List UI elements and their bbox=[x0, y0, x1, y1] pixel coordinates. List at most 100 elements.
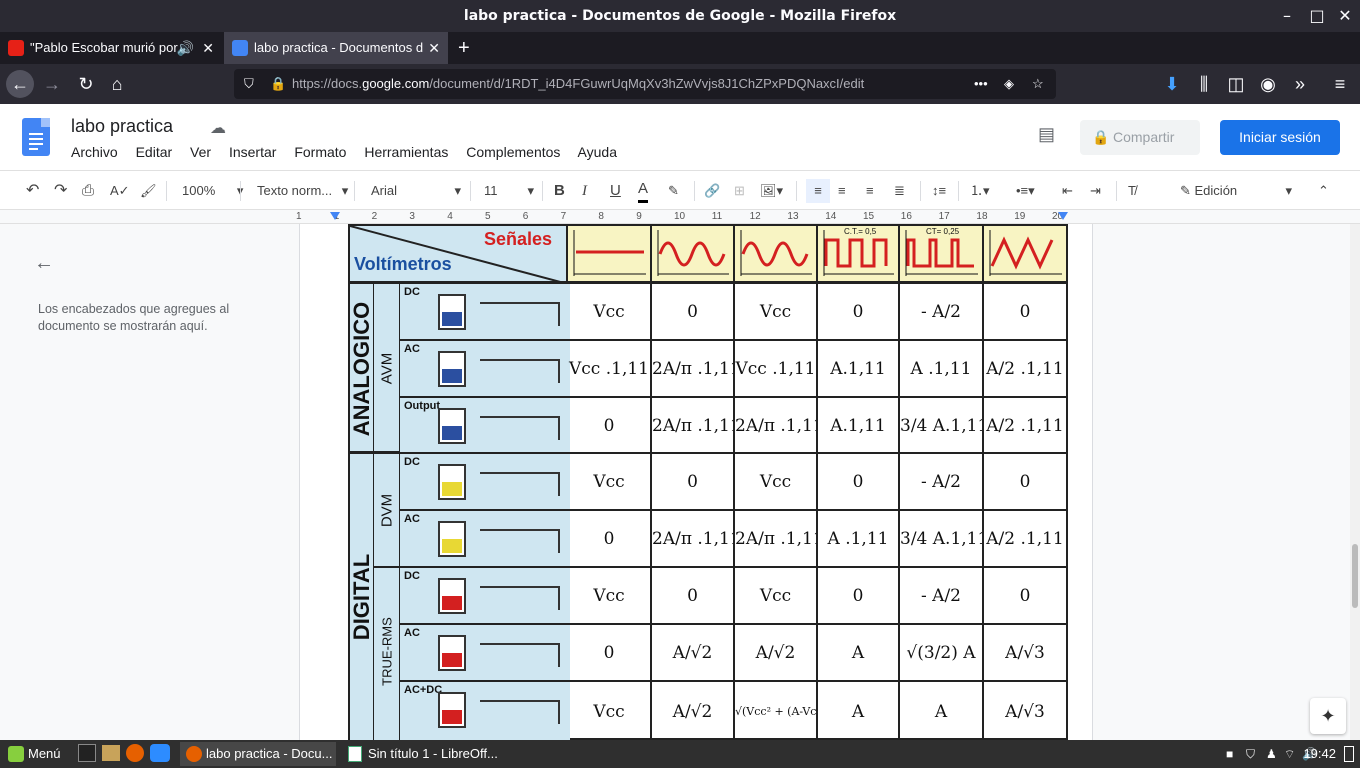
library-icon[interactable]: ⫼ bbox=[1190, 70, 1218, 98]
tab-docs[interactable]: labo practica - Documentos d ✕ bbox=[224, 32, 448, 64]
row-mode-label: DC bbox=[404, 456, 420, 468]
ruler[interactable]: 1 1 2 3 4 5 6 7 8 9 10 11 12 13 14 15 16 17 18 19 20 bbox=[0, 210, 1360, 224]
wifi-icon[interactable]: ⌔ bbox=[1284, 740, 1295, 768]
editing-mode-select[interactable]: ✎ Edición ▾ bbox=[1180, 179, 1298, 203]
voltmeter-table-image[interactable]: Señales Voltímetros C.T.= 0,5 CT= 0,25 AN… bbox=[348, 224, 1068, 740]
align-right-icon[interactable]: ≡ bbox=[866, 179, 874, 203]
text-color-icon[interactable]: A bbox=[638, 179, 649, 203]
maximize-icon[interactable]: □ bbox=[1302, 0, 1332, 32]
back-arrow-icon[interactable]: ← bbox=[34, 252, 54, 275]
left-indent-marker[interactable] bbox=[330, 212, 340, 220]
align-center-icon[interactable]: ≡ bbox=[838, 179, 846, 203]
sign-in-button[interactable]: Iniciar sesión bbox=[1220, 120, 1340, 155]
speaker-icon[interactable]: 🔊 bbox=[177, 32, 194, 64]
lock-icon[interactable]: 🔒 bbox=[270, 69, 286, 99]
sidebar-icon[interactable]: ◫ bbox=[1222, 70, 1250, 98]
explore-icon[interactable]: ✦ bbox=[1310, 698, 1346, 734]
taskbar-app-docs[interactable]: labo practica - Docu... bbox=[180, 742, 336, 766]
bookmark-star-icon[interactable]: ☆ bbox=[1032, 69, 1044, 99]
pocket-icon[interactable]: ◈ bbox=[1004, 69, 1014, 99]
numbered-list-icon[interactable]: ⒈▾ bbox=[970, 179, 990, 203]
style-select[interactable]: Texto norm... ▾ bbox=[257, 179, 348, 203]
reload-icon[interactable]: ↻ bbox=[72, 70, 100, 98]
document-page[interactable]: Señales Voltímetros C.T.= 0,5 CT= 0,25 AN… bbox=[299, 224, 1093, 740]
menu-archivo[interactable]: Archivo bbox=[71, 144, 118, 160]
taskbar-app-libreoffice[interactable]: Sin título 1 - LibreOff... bbox=[342, 742, 502, 766]
menu-formato[interactable]: Formato bbox=[294, 144, 346, 160]
menu-ayuda[interactable]: Ayuda bbox=[578, 144, 617, 160]
menu-herramientas[interactable]: Herramientas bbox=[364, 144, 448, 160]
hamburger-menu-icon[interactable]: ≡ bbox=[1326, 70, 1354, 98]
link-icon[interactable]: 🔗 bbox=[704, 179, 720, 203]
page-actions-icon[interactable]: ••• bbox=[974, 69, 988, 99]
show-desktop-icon[interactable] bbox=[1344, 746, 1354, 762]
font-select[interactable]: Arial ▾ bbox=[371, 179, 461, 203]
start-menu-button[interactable]: Menú bbox=[4, 742, 61, 766]
tab-youtube[interactable]: "Pablo Escobar murió por 🔊 ✕ bbox=[0, 32, 222, 64]
close-window-icon[interactable]: ✕ bbox=[1330, 0, 1360, 32]
url-bar[interactable]: ⛉ 🔒 https://docs.google.com/document/d/1… bbox=[234, 69, 1056, 99]
bold-icon[interactable]: B bbox=[554, 179, 565, 203]
table-cell: A/2 .1,11 bbox=[984, 341, 1068, 398]
highlight-icon[interactable]: ✎ bbox=[668, 179, 679, 203]
minimize-icon[interactable]: – bbox=[1272, 0, 1302, 32]
comment-add-icon[interactable]: ⊞ bbox=[734, 179, 745, 203]
zoom-select[interactable]: 100% ▾ bbox=[182, 179, 243, 203]
increase-indent-icon[interactable]: ⇥ bbox=[1090, 179, 1101, 203]
page-scrollbar[interactable] bbox=[1350, 224, 1360, 740]
new-tab-button[interactable]: + bbox=[452, 32, 480, 64]
ruler-number: 11 bbox=[711, 211, 723, 222]
right-indent-marker[interactable] bbox=[1058, 212, 1068, 220]
home-icon[interactable]: ⌂ bbox=[103, 70, 131, 98]
table-cell: 0 bbox=[818, 454, 900, 511]
line-spacing-icon[interactable]: ↕≡ bbox=[932, 179, 946, 203]
font-value: Arial bbox=[371, 183, 398, 198]
back-icon[interactable]: ← bbox=[6, 70, 34, 98]
shield-icon[interactable]: ⛉ bbox=[244, 69, 254, 99]
align-justify-icon[interactable]: ≣ bbox=[894, 179, 905, 203]
collapse-toolbar-icon[interactable]: ⌃ bbox=[1318, 179, 1329, 203]
clock[interactable]: 19:42 bbox=[1300, 740, 1336, 768]
table-cell: A/2 .1,11 bbox=[984, 511, 1068, 568]
circuit-diagram bbox=[480, 359, 560, 383]
clear-formatting-icon[interactable]: T̸ bbox=[1128, 179, 1136, 203]
menu-ver[interactable]: Ver bbox=[190, 144, 211, 160]
italic-icon[interactable]: I bbox=[582, 179, 587, 203]
firefox-icon[interactable] bbox=[126, 744, 144, 762]
google-docs-logo-icon[interactable] bbox=[22, 118, 50, 156]
forward-icon[interactable]: → bbox=[38, 70, 66, 98]
files-icon[interactable] bbox=[102, 745, 120, 761]
comments-icon[interactable]: ▤ bbox=[1038, 124, 1055, 145]
undo-icon[interactable]: ↶ bbox=[26, 179, 39, 203]
font-size-select[interactable]: 11 ▾ bbox=[484, 179, 534, 203]
paint-format-icon[interactable]: 🖌 bbox=[140, 179, 157, 203]
shield-tray-icon[interactable]: ⛉ bbox=[1246, 740, 1255, 768]
download-icon[interactable]: ⬇ bbox=[1158, 70, 1186, 98]
user-tray-icon[interactable]: ♟ bbox=[1266, 740, 1277, 768]
close-tab-icon[interactable]: ✕ bbox=[202, 32, 214, 64]
overflow-icon[interactable]: » bbox=[1286, 70, 1314, 98]
table-cell: 0 bbox=[568, 625, 652, 682]
menu-editar[interactable]: Editar bbox=[136, 144, 173, 160]
menu-insertar[interactable]: Insertar bbox=[229, 144, 276, 160]
print-icon[interactable]: ⎙ bbox=[82, 179, 94, 203]
account-icon[interactable]: ◉ bbox=[1254, 70, 1282, 98]
redo-icon[interactable]: ↷ bbox=[54, 179, 67, 203]
image-icon[interactable]: 🖼▾ bbox=[760, 179, 783, 203]
underline-icon[interactable]: U bbox=[610, 179, 621, 203]
menu-complementos[interactable]: Complementos bbox=[466, 144, 560, 160]
close-tab-icon[interactable]: ✕ bbox=[428, 32, 440, 64]
share-button[interactable]: 🔒 Compartir bbox=[1080, 120, 1200, 155]
terminal-icon[interactable] bbox=[78, 744, 96, 762]
align-left-icon[interactable]: ≡ bbox=[806, 179, 830, 203]
decrease-indent-icon[interactable]: ⇤ bbox=[1062, 179, 1073, 203]
bulleted-list-icon[interactable]: •≡▾ bbox=[1016, 179, 1035, 203]
document-title[interactable]: labo practica bbox=[71, 116, 173, 137]
scrollbar-thumb[interactable] bbox=[1352, 544, 1358, 608]
zoom-tray-icon[interactable]: ■ bbox=[1226, 740, 1233, 768]
ruler-number: 10 bbox=[674, 211, 686, 222]
row-mode-label: AC+DC bbox=[404, 684, 443, 696]
spellcheck-icon[interactable]: A✓ bbox=[110, 179, 130, 203]
cloud-saved-icon[interactable]: ☁ bbox=[210, 118, 226, 138]
zoom-icon[interactable] bbox=[150, 744, 170, 762]
